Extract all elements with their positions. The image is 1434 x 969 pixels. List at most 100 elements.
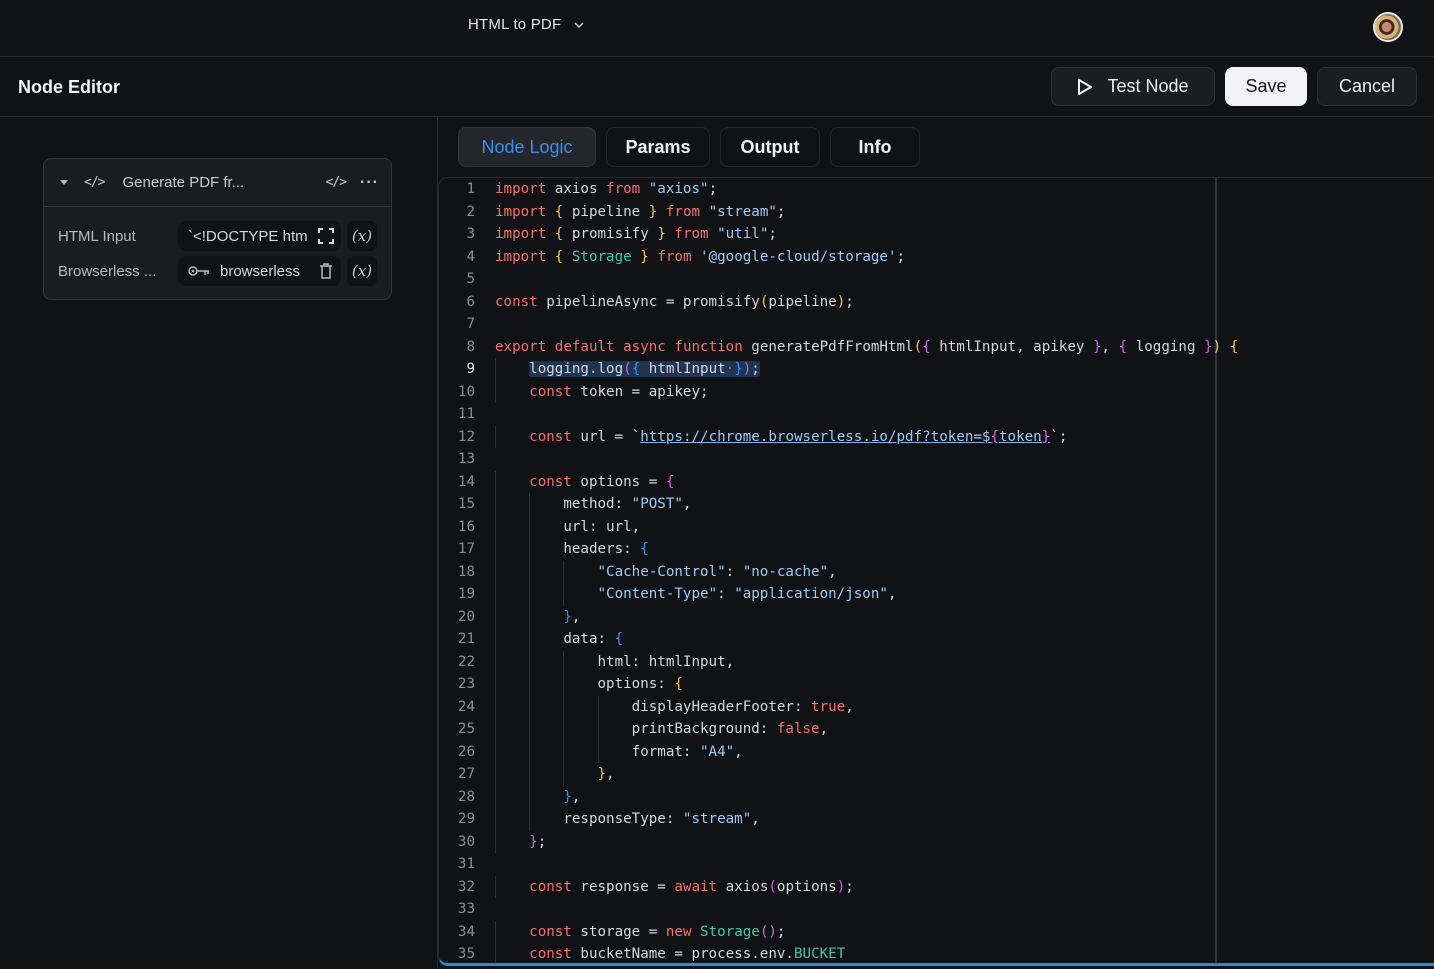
indent-guide (495, 538, 496, 561)
line-text: const url = `https://chrome.browserless.… (475, 425, 1067, 448)
code-line[interactable]: 9 logging.log({ htmlInput·}); (439, 358, 1238, 381)
code-line[interactable]: 16 url: url, (439, 515, 1238, 538)
variable-button[interactable]: (x) (347, 256, 377, 286)
line-number: 18 (457, 563, 475, 580)
line-text: import { pipeline } from "stream"; (495, 203, 786, 220)
code-line[interactable]: 25 printBackground: false, (439, 718, 1238, 741)
line-number: 20 (457, 608, 475, 625)
code-line[interactable]: 19 "Content-Type": "application/json", (439, 583, 1238, 606)
cancel-button[interactable]: Cancel (1317, 67, 1417, 106)
line-number: 23 (457, 676, 475, 692)
line-number: 26 (457, 743, 475, 760)
code-line[interactable]: 18 "Cache-Control": "no-cache", (439, 560, 1238, 583)
code-line[interactable]: 31 (439, 853, 1238, 876)
code-line[interactable]: 3 import { promisify } from "util"; (439, 223, 1238, 246)
code-line[interactable]: 32 const response = await axios(options)… (439, 875, 1238, 898)
indent-guide (495, 785, 496, 808)
tab-info[interactable]: Info (830, 127, 920, 167)
param-label: Browserless ... (58, 262, 157, 280)
expand-icon[interactable] (317, 227, 335, 245)
line-number: 30 (457, 833, 475, 850)
indent-guide (597, 740, 599, 763)
code-editor[interactable]: 1 import axios from "axios"; 2 import { pip… (438, 177, 1434, 966)
indent-guide (529, 560, 531, 583)
code-line[interactable]: 17 headers: { (439, 538, 1238, 561)
code-line[interactable]: 21 data: { (439, 628, 1238, 651)
code-line[interactable]: 8 export default async function generateP… (439, 336, 1238, 359)
user-avatar[interactable] (1373, 12, 1403, 42)
indent-guide (529, 650, 531, 673)
line-number: 11 (457, 406, 475, 422)
variable-button[interactable]: (x) (347, 221, 377, 251)
browserless-key-field[interactable]: browserless (178, 256, 341, 286)
test-node-button[interactable]: Test Node (1051, 67, 1215, 106)
code-line[interactable]: 14 const options = { (439, 470, 1238, 493)
line-number: 22 (457, 653, 475, 670)
code-line[interactable]: 2 import { pipeline } from "stream"; (439, 201, 1238, 224)
tab-node-logic[interactable]: Node Logic (458, 127, 596, 167)
code-line[interactable]: 6 const pipelineAsync = promisify(pipelin… (439, 291, 1238, 314)
line-text: const token = apikey; (475, 380, 709, 403)
line-text: }, (475, 763, 615, 786)
code-line[interactable]: 28 }, (439, 785, 1238, 808)
code-line[interactable]: 35 const bucketName = process.env.BUCKET (439, 943, 1238, 963)
code-line[interactable]: 11 (439, 403, 1238, 426)
code-line[interactable]: 27 }, (439, 763, 1238, 786)
indent-guide (529, 695, 531, 718)
selection-highlight: logging.log({ htmlInput·}); (529, 361, 760, 377)
code-line[interactable]: 29 responseType: "stream", (439, 808, 1238, 831)
node-card[interactable]: </> Generate PDF fr... </> ··· HTML Inpu… (43, 158, 392, 300)
line-number: 14 (457, 473, 475, 490)
code-line[interactable]: 4 import { Storage } from '@google-cloud/… (439, 246, 1238, 269)
line-number: 1 (466, 181, 475, 197)
line-text (475, 448, 495, 471)
code-line[interactable]: 5 (439, 268, 1238, 291)
tab-params[interactable]: Params (606, 127, 710, 167)
workflow-name: HTML to PDF (468, 16, 562, 33)
code-line[interactable]: 7 (439, 313, 1238, 336)
line-text: data: { (475, 628, 623, 651)
code-line[interactable]: 20 }, (439, 605, 1238, 628)
code-line[interactable]: 24 displayHeaderFooter: true, (439, 695, 1238, 718)
line-text: logging.log({ htmlInput·}); (475, 358, 760, 381)
more-options-icon[interactable]: ··· (360, 174, 379, 192)
indent-guide (495, 605, 496, 628)
code-line[interactable]: 33 (439, 898, 1238, 921)
line-number: 3 (466, 226, 475, 242)
code-line[interactable]: 22 html: htmlInput, (439, 650, 1238, 673)
code-line[interactable]: 23 options: { (439, 673, 1238, 696)
code-line[interactable]: 12 const url = `https://chrome.browserle… (439, 425, 1238, 448)
key-icon (188, 266, 209, 276)
line-text: options: { (475, 673, 683, 696)
code-line[interactable]: 15 method: "POST", (439, 493, 1238, 516)
save-button[interactable]: Save (1225, 67, 1307, 106)
collapse-caret-icon[interactable] (60, 180, 68, 185)
line-number: 6 (466, 293, 475, 310)
code-line[interactable]: 13 (439, 448, 1238, 471)
indent-guide (563, 763, 565, 786)
line-number: 31 (457, 856, 475, 872)
param-value: `<!DOCTYPE htm (188, 227, 308, 245)
indent-guide (495, 943, 496, 963)
indent-guide (495, 875, 496, 898)
line-number: 34 (457, 923, 475, 940)
code-line[interactable]: 34 const storage = new Storage(); (439, 920, 1238, 943)
line-text: method: "POST", (475, 493, 691, 516)
indent-guide (495, 920, 496, 943)
view-code-icon[interactable]: </> (326, 175, 348, 190)
indent-guide (563, 583, 565, 606)
code-line[interactable]: 26 format: "A4", (439, 740, 1238, 763)
code-line[interactable]: 1 import axios from "axios"; (439, 178, 1238, 201)
param-row-html-input: HTML Input `<!DOCTYPE htm (x) (58, 221, 378, 251)
indent-guide (495, 695, 496, 718)
indent-guide (529, 538, 531, 561)
code-line[interactable]: 30 }; (439, 830, 1238, 853)
code-line[interactable]: 10 const token = apikey; (439, 380, 1238, 403)
html-input-field[interactable]: `<!DOCTYPE htm (178, 221, 341, 251)
tab-output[interactable]: Output (720, 127, 820, 167)
node-card-header: </> Generate PDF fr... </> ··· (44, 159, 391, 207)
line-number: 19 (457, 586, 475, 602)
indent-guide (495, 583, 496, 606)
trash-icon[interactable] (317, 262, 335, 280)
workflow-selector[interactable]: HTML to PDF (468, 16, 585, 33)
